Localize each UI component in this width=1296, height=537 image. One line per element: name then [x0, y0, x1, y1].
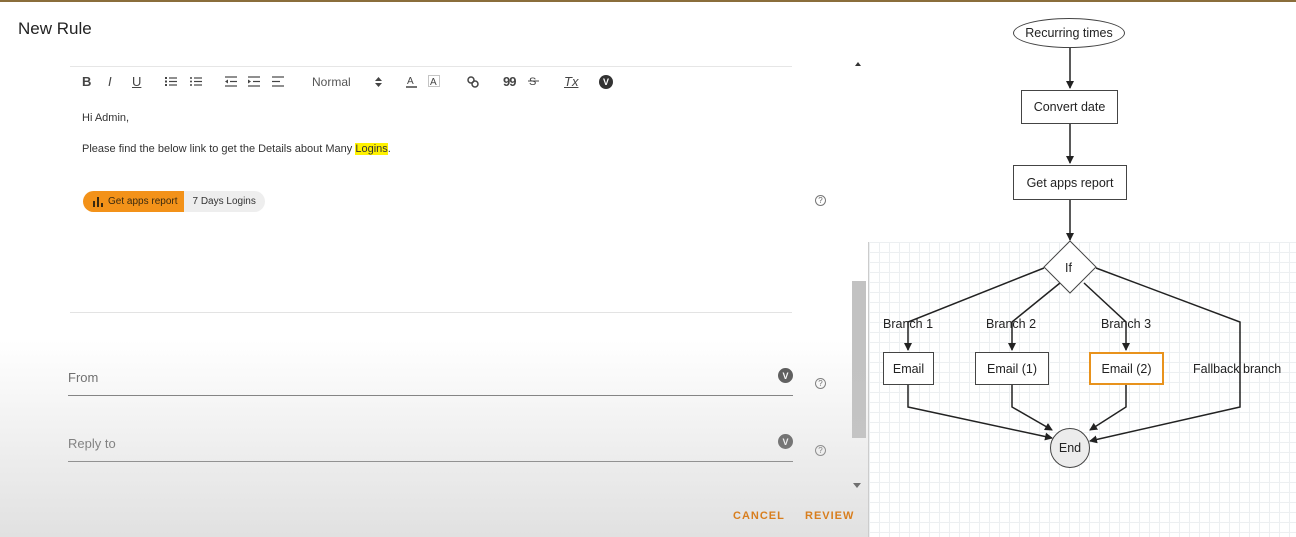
outdent-icon[interactable] [225, 76, 237, 87]
svg-text:A: A [407, 76, 414, 87]
cancel-button[interactable]: CANCEL [733, 510, 785, 522]
node-email-1[interactable]: Email (1) [975, 352, 1049, 385]
from-help-icon[interactable]: ? [815, 378, 826, 389]
insert-variable-button[interactable]: V [599, 75, 613, 89]
edge-email-end [907, 385, 1053, 441]
fallback-branch-label: Fallback branch [1193, 362, 1282, 376]
from-label: From [68, 370, 99, 385]
chip-value: 7 Days Logins [184, 191, 265, 212]
bar-chart-icon [93, 196, 103, 207]
scrollbar-thumb[interactable] [852, 281, 866, 438]
format-select[interactable]: Normal [312, 75, 351, 89]
editor-bottom-divider [70, 312, 792, 313]
edge-email2-end [1089, 385, 1127, 431]
align-icon[interactable] [272, 76, 284, 87]
node-recurring-times[interactable]: Recurring times [1013, 18, 1125, 48]
reply-to-field[interactable]: Reply to V [68, 432, 793, 462]
ordered-list-icon[interactable] [165, 76, 177, 87]
clear-format-button[interactable]: Tx [564, 75, 578, 89]
indent-icon[interactable] [248, 76, 260, 87]
panel-title: New Rule [18, 19, 92, 38]
node-email[interactable]: Email [883, 352, 934, 385]
node-email-2[interactable]: Email (2) [1089, 352, 1164, 385]
blockquote-button[interactable]: 99 [503, 75, 517, 89]
variable-chip[interactable]: Get apps report 7 Days Logins [83, 191, 265, 212]
editor-greeting[interactable]: Hi Admin, [82, 112, 129, 124]
rich-text-toolbar: B I U Normal A A 99 S Tx V [70, 66, 792, 100]
from-field[interactable]: From V [68, 366, 793, 396]
reply-to-label: Reply to [68, 436, 116, 451]
node-convert-date[interactable]: Convert date [1021, 90, 1118, 124]
scroll-down-icon[interactable] [853, 483, 861, 488]
branch-2-label: Branch 2 [986, 317, 1037, 331]
edge-email1-end [1011, 385, 1053, 431]
reply-to-help-icon[interactable]: ? [815, 445, 826, 456]
scroll-up-icon[interactable] [855, 62, 861, 66]
select-arrows-icon[interactable] [375, 77, 382, 87]
background-color-icon[interactable]: A [428, 75, 440, 88]
chip-action: Get apps report [83, 191, 185, 212]
node-get-apps-report[interactable]: Get apps report [1013, 165, 1127, 200]
from-variable-icon[interactable]: V [778, 368, 793, 383]
italic-button[interactable]: I [108, 75, 112, 89]
branch-1-label: Branch 1 [883, 317, 934, 331]
strikethrough-icon[interactable]: S [528, 75, 539, 87]
help-icon[interactable]: ? [815, 195, 826, 206]
branch-3-label: Branch 3 [1101, 317, 1152, 331]
reply-to-variable-icon[interactable]: V [778, 434, 793, 449]
node-if-label: If [1065, 261, 1072, 275]
highlighted-text: Logins [355, 143, 388, 155]
underline-button[interactable]: U [132, 75, 141, 89]
editor-body-line[interactable]: Please find the below link to get the De… [82, 143, 391, 155]
edge-if-branch1 [904, 267, 1045, 351]
link-icon[interactable] [467, 76, 479, 88]
svg-text:A: A [430, 77, 437, 88]
text-color-icon[interactable]: A [406, 75, 417, 88]
review-button[interactable]: REVIEW [805, 510, 854, 522]
bullet-list-icon[interactable] [190, 76, 202, 87]
bold-button[interactable]: B [82, 75, 91, 89]
node-end[interactable]: End [1050, 428, 1090, 468]
